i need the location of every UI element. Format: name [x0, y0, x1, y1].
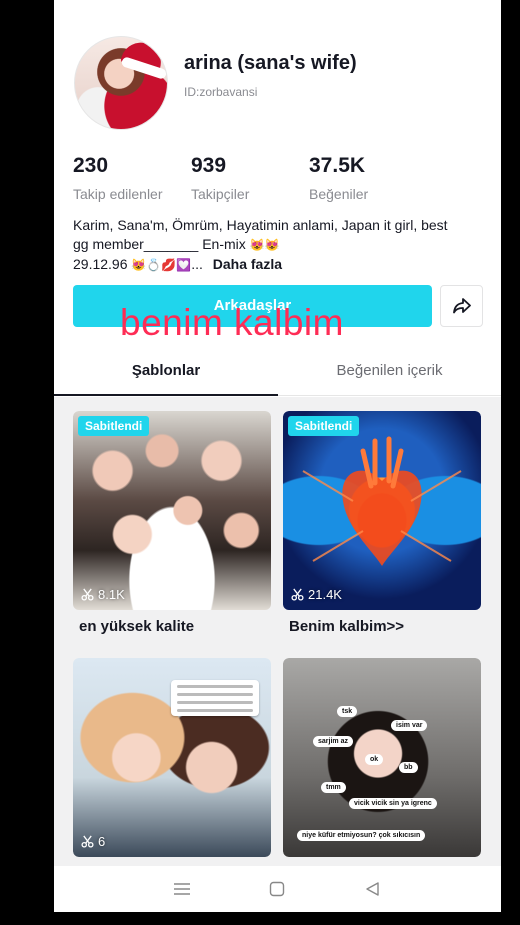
lips-emoji-icon: 💋 [161, 258, 177, 272]
usage-count-value: 6 [98, 834, 106, 849]
heart-eyes-cat-emoji-icon: 😻 [249, 238, 265, 252]
stat-likes-value: 37.5K [309, 154, 366, 177]
menu-button[interactable] [167, 874, 197, 904]
stat-following-label: Takip edilenler [73, 186, 163, 202]
scissors-icon [81, 588, 94, 601]
stat-followers-value: 939 [191, 154, 227, 177]
bio-line-3-text: 29.12.96 [73, 256, 128, 272]
pinned-badge: Sabitlendi [78, 416, 150, 436]
scissors-icon [291, 588, 304, 601]
profile-id: ID:zorbavansi [184, 85, 258, 99]
stat-following[interactable]: 230 Takip edilenler [73, 154, 163, 202]
usage-count: 6 [81, 834, 105, 849]
stat-likes[interactable]: 37.5K Beğeniler [309, 154, 368, 202]
bio-line-1: Karim, Sana'm, Ömrüm, Hayatimin anlami, … [73, 217, 448, 233]
text-bubble: tmm [321, 782, 346, 793]
profile-username: arina (sana's wife) [184, 52, 357, 74]
bio-line-3: 29.12.96 😻💍💋💟... Daha fazla [73, 256, 283, 272]
purple-heart-emoji-icon: 💟 [176, 258, 192, 272]
template-card[interactable]: tsk isim var sarjim az ok bb tmm vicik v… [283, 658, 481, 857]
text-bubble: isim var [391, 720, 428, 731]
system-nav-bar [54, 866, 501, 912]
template-card[interactable]: Sabitlendi 8.1K en yüksek kalite [73, 411, 271, 648]
phone-screen: arina (sana's wife) ID:zorbavansi 230 Ta… [54, 0, 501, 912]
menu-lines-icon [173, 883, 190, 895]
usage-count-value: 21.4K [308, 587, 342, 602]
template-thumbnail: Sabitlendi 21.4K [283, 411, 481, 610]
home-button[interactable] [262, 874, 292, 904]
text-bubble: niye küfür etmiyosun? çok sıkıcısın [297, 830, 426, 841]
text-bubble: sarjim az [313, 736, 353, 747]
overlay-caption: benim kalbim [120, 302, 344, 343]
template-thumbnail: 6 [73, 658, 271, 857]
profile-avatar[interactable] [74, 36, 168, 130]
template-title: en yüksek kalite [79, 618, 195, 635]
bio-line-2: gg member_______ En-mix 😻😻 [73, 235, 483, 255]
template-card[interactable]: 6 [73, 658, 271, 857]
bio-line-2-text: gg member_______ En-mix [73, 236, 246, 252]
usage-count-value: 8.1K [98, 587, 125, 602]
tab-templates[interactable]: Şablonlar [54, 356, 278, 396]
heart-eyes-cat-emoji-icon: 😻 [264, 238, 280, 252]
template-card[interactable]: Sabitlendi 21.4K Benim kalbim>> [283, 411, 481, 648]
tab-liked-content[interactable]: Beğenilen içerik [278, 356, 501, 396]
text-bubble: bb [399, 762, 418, 773]
template-title: Benim kalbim>> [289, 618, 405, 635]
pinned-badge: Sabitlendi [288, 416, 360, 436]
stat-likes-label: Beğeniler [309, 186, 369, 202]
stat-following-value: 230 [73, 154, 109, 177]
share-profile-button[interactable] [440, 285, 483, 327]
stat-followers[interactable]: 939 Takipçiler [191, 154, 249, 202]
text-bubble: tsk [337, 706, 358, 717]
text-bubble: vicik vicik sin ya igrenc [349, 798, 437, 809]
anatomical-heart-illustration [302, 436, 462, 566]
profile-bio: Karim, Sana'm, Ömrüm, Hayatimin anlami, … [73, 216, 483, 275]
back-button[interactable] [358, 874, 388, 904]
usage-count: 8.1K [81, 587, 125, 602]
template-thumbnail: tsk isim var sarjim az ok bb tmm vicik v… [283, 658, 481, 857]
triangle-back-icon [366, 882, 379, 896]
stat-followers-label: Takipçiler [191, 186, 250, 202]
template-thumbnail: Sabitlendi 8.1K [73, 411, 271, 610]
usage-count: 21.4K [291, 587, 342, 602]
comment-screenshot [171, 680, 259, 716]
text-bubble: ok [365, 754, 384, 765]
share-arrow-icon [452, 298, 471, 314]
bio-more-link[interactable]: Daha fazla [213, 256, 282, 272]
scissors-icon [81, 835, 94, 848]
heart-eyes-cat-emoji-icon: 😻 [131, 258, 147, 272]
square-home-icon [270, 881, 285, 897]
ring-emoji-icon: 💍 [146, 258, 162, 272]
